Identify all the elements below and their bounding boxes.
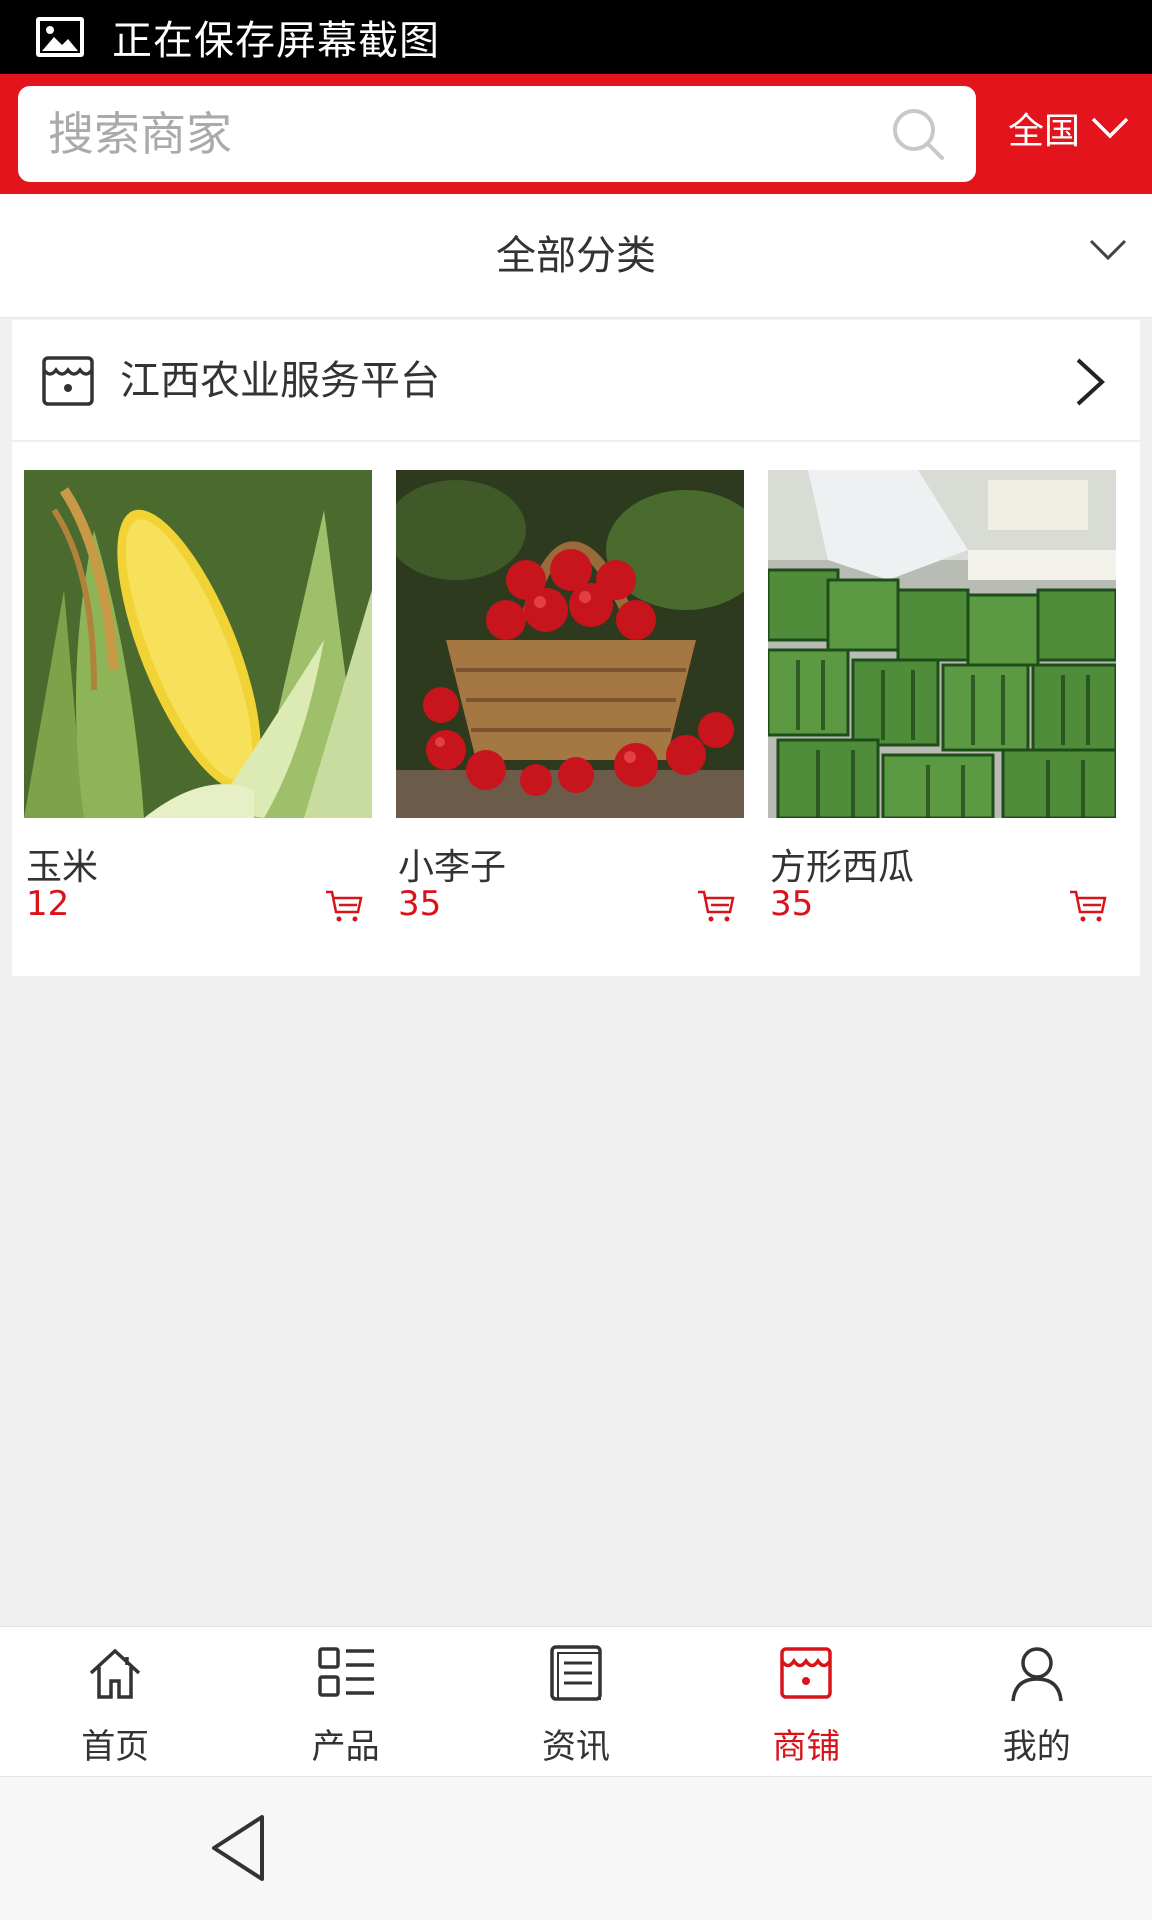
nav-label: 产品 bbox=[311, 1727, 380, 1767]
chevron-down-icon bbox=[1089, 239, 1127, 261]
cart-icon[interactable] bbox=[1068, 888, 1108, 924]
search-icon[interactable] bbox=[890, 106, 946, 162]
nav-item-news[interactable]: 资讯 bbox=[461, 1627, 691, 1776]
search-box[interactable] bbox=[18, 86, 976, 182]
search-input[interactable] bbox=[48, 107, 868, 161]
nav-item-products[interactable]: 产品 bbox=[230, 1627, 460, 1776]
product-price: 35 bbox=[770, 884, 814, 924]
region-label: 全国 bbox=[1008, 111, 1081, 152]
header: 全国 bbox=[0, 74, 1152, 194]
product-name: 玉米 bbox=[26, 847, 99, 888]
chevron-right-icon bbox=[1076, 358, 1105, 406]
back-icon[interactable] bbox=[208, 1813, 268, 1883]
system-nav-bar bbox=[0, 1776, 1152, 1920]
product-card[interactable]: 方形西瓜 35 bbox=[768, 470, 1116, 924]
store-icon bbox=[780, 1647, 833, 1699]
bottom-nav: 首页 产品 资讯 商铺 我的 bbox=[0, 1626, 1152, 1776]
news-icon bbox=[550, 1645, 602, 1701]
region-selector[interactable]: 全国 bbox=[1008, 102, 1130, 154]
nav-item-me[interactable]: 我的 bbox=[922, 1627, 1152, 1776]
nav-label: 商铺 bbox=[772, 1727, 841, 1767]
category-filter[interactable]: 全部分类 bbox=[0, 194, 1152, 318]
product-image-plums[interactable] bbox=[396, 470, 744, 818]
image-icon bbox=[36, 17, 84, 57]
product-name: 小李子 bbox=[398, 847, 507, 888]
user-icon bbox=[1011, 1647, 1063, 1702]
cart-icon[interactable] bbox=[324, 888, 364, 924]
store-icon bbox=[42, 356, 94, 406]
product-card[interactable]: 小李子 35 bbox=[396, 470, 744, 924]
nav-label: 我的 bbox=[1002, 1727, 1071, 1767]
cart-icon[interactable] bbox=[696, 888, 736, 924]
nav-label: 首页 bbox=[81, 1727, 150, 1767]
product-name: 方形西瓜 bbox=[770, 847, 915, 888]
grid-list-icon bbox=[317, 1647, 374, 1697]
shop-name: 江西农业服务平台 bbox=[120, 358, 440, 404]
nav-item-home[interactable]: 首页 bbox=[0, 1627, 230, 1776]
product-image-watermelons[interactable] bbox=[768, 470, 1116, 818]
product-card[interactable]: 玉米 12 bbox=[24, 470, 372, 924]
shop-header[interactable]: 江西农业服务平台 bbox=[12, 320, 1140, 442]
home-icon bbox=[90, 1648, 141, 1699]
product-price: 12 bbox=[26, 884, 70, 924]
category-label: 全部分类 bbox=[496, 233, 656, 279]
nav-label: 资讯 bbox=[541, 1727, 610, 1767]
product-image-corn[interactable] bbox=[24, 470, 372, 818]
shop-card: 江西农业服务平台 玉米 12 小李子 35 方形西瓜 35 bbox=[12, 320, 1140, 976]
chevron-down-icon bbox=[1091, 117, 1129, 139]
product-price: 35 bbox=[398, 884, 442, 924]
status-text: 正在保存屏幕截图 bbox=[112, 18, 440, 64]
status-bar: 正在保存屏幕截图 bbox=[0, 0, 1152, 74]
nav-item-shops[interactable]: 商铺 bbox=[691, 1627, 921, 1776]
